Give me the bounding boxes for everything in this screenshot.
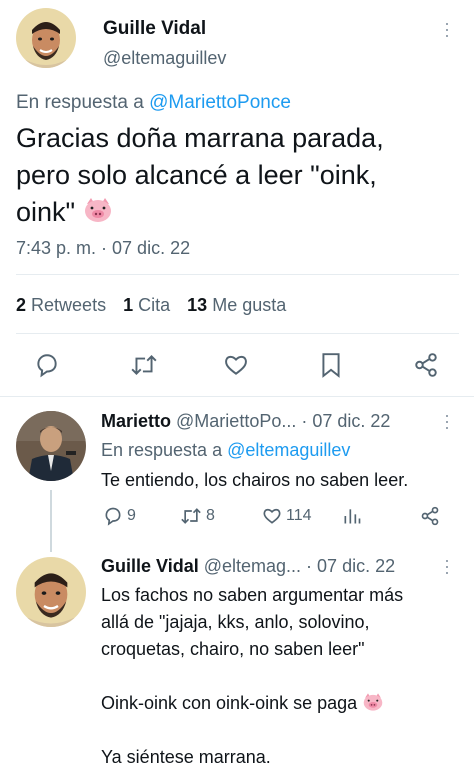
- like-count: 114: [286, 507, 312, 524]
- tweet-stats: 2 Retweets 1 Cita 13 Me gusta: [16, 295, 286, 316]
- divider: [0, 396, 474, 397]
- avatar-image: [16, 8, 76, 68]
- avatar-marietto[interactable]: [16, 411, 86, 481]
- reply-text-line: allá de "jajaja, kks, anlo, solovino,: [101, 612, 370, 632]
- avatar-image: [16, 411, 86, 481]
- reply-date[interactable]: · 07 dic. 22: [301, 411, 390, 431]
- quotes-stat[interactable]: 1 Cita: [123, 295, 170, 315]
- reply-text: Te entiendo, los chairos no saben leer.: [101, 470, 409, 490]
- bookmark-icon: [322, 353, 340, 378]
- reply-button[interactable]: 9: [103, 506, 136, 526]
- tweet-text: Gracias doña marrana parada, pero solo a…: [16, 120, 466, 231]
- thread-line: [50, 490, 52, 552]
- author-name[interactable]: Marietto: [101, 411, 171, 431]
- reply-count: 9: [127, 507, 136, 524]
- reply-to-link[interactable]: @MariettoPonce: [149, 92, 291, 113]
- share-icon: [421, 506, 439, 526]
- analytics-button[interactable]: [342, 506, 362, 531]
- more-options-icon[interactable]: · · ·: [442, 406, 452, 436]
- reply-context: En respuesta a @MariettoPonce: [16, 92, 291, 114]
- author-handle[interactable]: @eltemaguillev: [103, 48, 226, 69]
- author-handle[interactable]: @MariettoPo...: [176, 411, 296, 431]
- timestamp[interactable]: 7:43 p. m. · 07 dic. 22: [16, 238, 190, 259]
- reply-text-line: Oink-oink con oink-oink se paga: [101, 690, 461, 717]
- tweet-text-line: pero solo alcancé a leer "oink,: [16, 160, 377, 190]
- tweet-text-line: oink": [16, 194, 466, 231]
- reply-text-line: Los fachos no saben argumentar más: [101, 585, 404, 605]
- retweets-stat[interactable]: 2 Retweets: [16, 295, 106, 315]
- analytics-icon: [344, 509, 361, 524]
- share-button[interactable]: [413, 352, 439, 378]
- author-name[interactable]: Guille Vidal: [101, 556, 199, 576]
- like-icon: [263, 508, 281, 524]
- bookmark-button[interactable]: [319, 352, 343, 378]
- author-handle[interactable]: @eltemag...: [204, 556, 301, 576]
- retweet-count: 8: [206, 507, 215, 524]
- more-options-icon[interactable]: · · ·: [442, 14, 452, 44]
- pig-emoji-icon: [84, 198, 111, 222]
- like-button[interactable]: [223, 352, 249, 378]
- divider: [16, 274, 459, 275]
- retweet-button[interactable]: 8: [180, 506, 215, 526]
- pig-emoji-icon: [363, 693, 383, 711]
- reply-context: En respuesta a @eltemaguillev: [101, 440, 350, 461]
- reply-button[interactable]: [34, 352, 60, 378]
- reply-text-line: croquetas, chairo, no saben leer": [101, 639, 365, 659]
- reply-header: Guille Vidal @eltemag... · 07 dic. 22: [101, 556, 395, 577]
- reply-date[interactable]: · 07 dic. 22: [306, 556, 395, 576]
- author-name[interactable]: Guille Vidal: [103, 18, 206, 40]
- retweet-button[interactable]: [130, 352, 158, 378]
- avatar-image: [16, 557, 86, 627]
- reply-text: Los fachos no saben argumentar más allá …: [101, 582, 461, 771]
- share-button[interactable]: [420, 506, 440, 531]
- retweet-icon: [131, 355, 157, 375]
- retweet-icon: [181, 508, 201, 524]
- tweet-text-line: Gracias doña marrana parada,: [16, 123, 384, 153]
- reply-header: Marietto @MariettoPo... · 07 dic. 22: [101, 411, 390, 432]
- like-button[interactable]: 114: [262, 506, 312, 526]
- reply-icon: [105, 507, 121, 526]
- more-options-icon[interactable]: · · ·: [442, 551, 452, 581]
- avatar-guille-reply[interactable]: [16, 557, 86, 627]
- share-icon: [415, 353, 437, 377]
- likes-stat[interactable]: 13 Me gusta: [187, 295, 286, 315]
- reply-prefix: En respuesta a: [101, 440, 223, 460]
- reply-prefix: En respuesta a: [16, 92, 144, 113]
- reply-icon: [37, 354, 57, 378]
- divider: [16, 333, 459, 334]
- avatar-guille-main[interactable]: [16, 8, 76, 68]
- reply-to-link[interactable]: @eltemaguillev: [227, 440, 350, 460]
- like-icon: [225, 355, 247, 375]
